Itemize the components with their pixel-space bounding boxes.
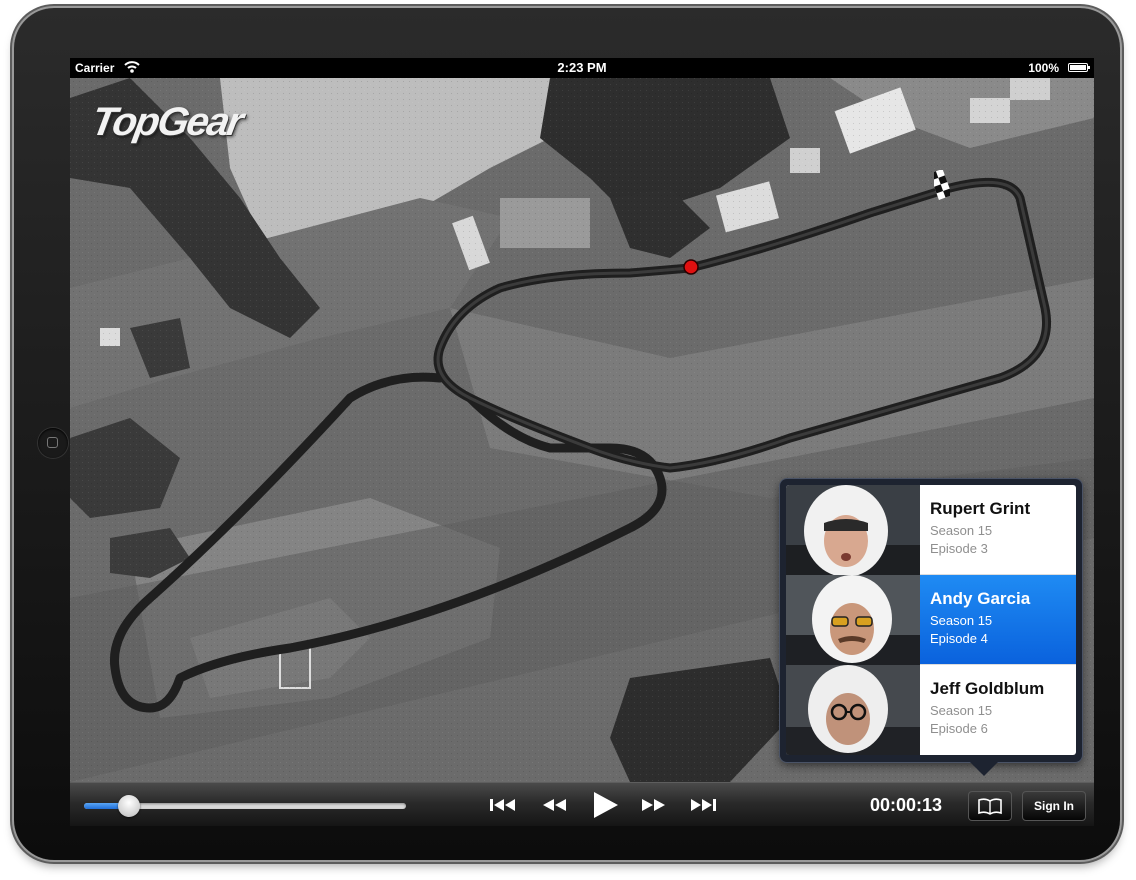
- driver-thumbnail: [786, 665, 920, 755]
- car-position-marker: [683, 259, 699, 275]
- list-item[interactable]: Jeff Goldblum Season 15 Episode 6: [786, 665, 1076, 755]
- lap-info: Andy Garcia Season 15 Episode 4: [930, 589, 1030, 648]
- status-bar: Carrier 2:23 PM 100%: [70, 58, 1094, 78]
- season-label: Season 15: [930, 613, 993, 628]
- topgear-logo: TopGear: [88, 100, 245, 144]
- battery-percent: 100%: [1028, 61, 1059, 75]
- rewind-icon[interactable]: [538, 791, 572, 819]
- episode-label: Episode 4: [930, 631, 988, 646]
- driver-thumbnail: [786, 485, 920, 575]
- season-label: Season 15: [930, 523, 993, 538]
- lap-info: Rupert Grint Season 15 Episode 3: [930, 499, 1030, 558]
- timecode: 00:00:13: [870, 795, 943, 815]
- battery-icon: [1068, 63, 1090, 72]
- play-icon[interactable]: [586, 788, 622, 822]
- list-item[interactable]: Andy Garcia Season 15 Episode 4: [786, 575, 1076, 665]
- fast-forward-icon[interactable]: [636, 791, 670, 819]
- ipad-frame: Carrier 2:23 PM 100% TopGear Rupert Grin…: [14, 8, 1120, 860]
- driver-name: Jeff Goldblum: [930, 679, 1045, 698]
- sign-in-button[interactable]: Sign In: [1022, 791, 1086, 821]
- clock: 2:23 PM: [557, 60, 607, 75]
- episode-label: Episode 6: [930, 721, 988, 736]
- driver-thumbnail: [786, 575, 920, 665]
- laps-button[interactable]: [968, 791, 1012, 821]
- skip-to-start-icon[interactable]: [486, 791, 520, 819]
- scrubber-track[interactable]: [84, 795, 406, 817]
- popover-arrow: [970, 762, 998, 776]
- driver-name: Andy Garcia: [930, 589, 1031, 608]
- season-label: Season 15: [930, 703, 993, 718]
- list-item[interactable]: Rupert Grint Season 15 Episode 3: [786, 485, 1076, 575]
- lap-info: Jeff Goldblum Season 15 Episode 6: [930, 679, 1044, 738]
- finish-flag-icon: [934, 170, 950, 200]
- laps-popover: Rupert Grint Season 15 Episode 3 Andy Ga…: [780, 479, 1082, 762]
- skip-to-end-icon[interactable]: [686, 791, 720, 819]
- book-icon: [978, 798, 1002, 815]
- driver-name: Rupert Grint: [930, 499, 1031, 518]
- home-button[interactable]: [38, 428, 68, 458]
- player-controls: 00:00:13 Sign In: [70, 782, 1094, 826]
- screen: Carrier 2:23 PM 100% TopGear Rupert Grin…: [70, 58, 1094, 826]
- laps-list: Rupert Grint Season 15 Episode 3 Andy Ga…: [786, 485, 1076, 755]
- scrubber-thumb[interactable]: [118, 795, 141, 817]
- episode-label: Episode 3: [930, 541, 988, 556]
